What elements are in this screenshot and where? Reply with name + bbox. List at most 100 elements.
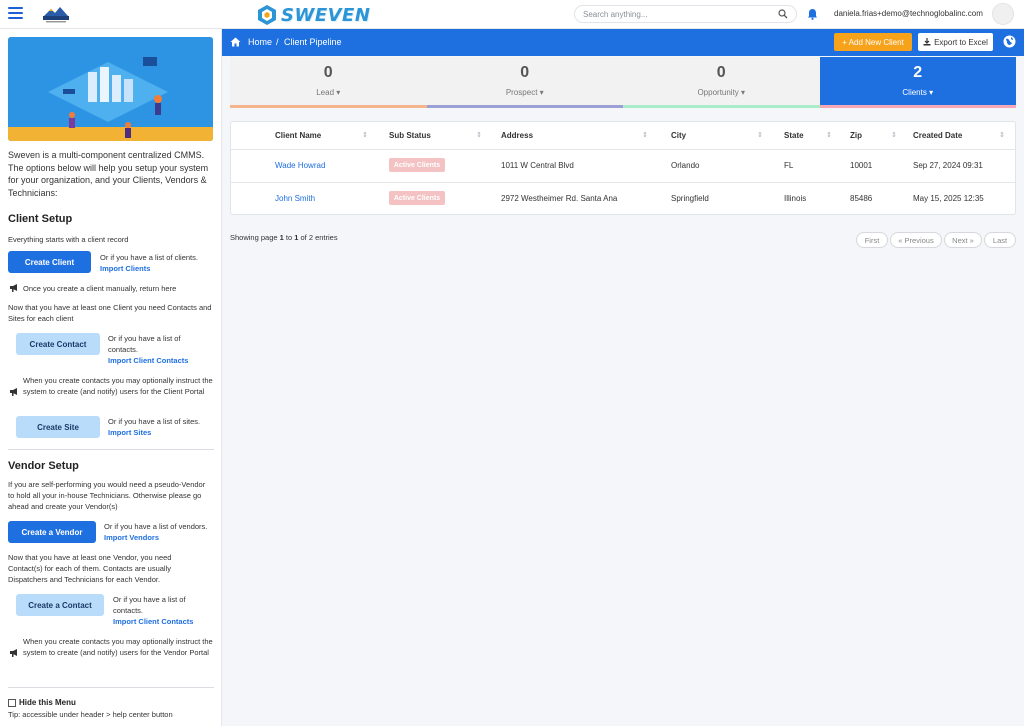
breadcrumb-separator: /: [276, 37, 279, 47]
stage-count: 0: [520, 64, 530, 81]
hide-menu-label: Hide this Menu: [19, 698, 76, 707]
vendor-setup-title: Vendor Setup: [8, 460, 79, 472]
stage-count: 2: [913, 64, 923, 81]
breadcrumb-home[interactable]: Home: [248, 37, 272, 47]
showing-prefix: Showing page: [230, 233, 280, 242]
megaphone-icon: [10, 649, 17, 657]
sort-icon[interactable]: ⇕: [642, 131, 648, 139]
stage-clients[interactable]: 2 Clients ▾: [819, 57, 1016, 108]
stage-opportunity[interactable]: 0 Opportunity ▾: [623, 57, 820, 108]
stage-count: 0: [323, 64, 333, 81]
stage-color-bar: [623, 105, 820, 108]
sort-icon[interactable]: ⇕: [999, 131, 1005, 139]
stage-prospect[interactable]: 0 Prospect ▾: [426, 57, 623, 108]
sidebar-intro: Sweven is a multi-component centralized …: [8, 150, 209, 198]
create-site-button[interactable]: Create Site: [16, 416, 100, 438]
hero-illustration: [8, 37, 213, 141]
breadcrumb-current: Client Pipeline: [284, 37, 342, 47]
download-icon: [923, 38, 931, 46]
add-new-client-button[interactable]: + Add New Client: [834, 33, 912, 51]
status-badge: Active Clients: [389, 191, 445, 205]
vendor-setup-intro: If you are self-performing you would nee…: [8, 480, 206, 511]
column-header-sub-status[interactable]: Sub Status: [389, 131, 431, 140]
create-client-note-text: Or if you have a list of clients.: [100, 253, 198, 262]
create-contact-note-text: Or if you have a list of contacts.: [108, 334, 181, 354]
row-divider: [231, 182, 1015, 183]
created-date-cell: Sep 27, 2024 09:31: [913, 161, 983, 170]
column-header-created-date[interactable]: Created Date: [913, 131, 962, 140]
stage-label: Prospect ▾: [505, 88, 544, 97]
showing-entries: Showing page 1 to 1 of 2 entries: [230, 233, 338, 242]
stage-label: Lead ▾: [316, 88, 341, 97]
create-contact-button[interactable]: Create Contact: [16, 333, 100, 355]
stage-count: 0: [716, 64, 726, 81]
state-cell: Illinois: [784, 194, 807, 203]
pipeline-stages: 0 Lead ▾ 0 Prospect ▾ 0 Opportunity ▾ 2 …: [230, 57, 1016, 108]
create-vendor-button[interactable]: Create a Vendor: [8, 521, 96, 543]
brand-name: SWEVEN: [281, 4, 371, 26]
user-email[interactable]: daniela.frias+demo@technoglobalinc.com: [834, 9, 983, 18]
megaphone-icon: [10, 284, 17, 292]
import-clients-link[interactable]: Import Clients: [100, 264, 150, 273]
client-name-link[interactable]: Wade Howrad: [275, 161, 325, 170]
column-header-city[interactable]: City: [671, 131, 686, 140]
help-tip: Tip: accessible under header > help cent…: [8, 710, 173, 719]
hide-menu-toggle[interactable]: Hide this Menu: [8, 698, 76, 707]
stage-lead[interactable]: 0 Lead ▾: [230, 57, 427, 108]
globe-icon[interactable]: [1003, 35, 1016, 48]
showing-middle: to: [283, 233, 295, 242]
top-bar: SWEVEN daniela.frias+demo@technoglobalin…: [0, 0, 1024, 29]
import-client-contacts-link[interactable]: Import Client Contacts: [108, 356, 188, 365]
sort-icon[interactable]: ⇕: [362, 131, 368, 139]
breadcrumb: Home / Client Pipeline + Add New Client …: [222, 29, 1024, 56]
client-setup-title: Client Setup: [8, 213, 73, 225]
vendor-portal-note: When you create contacts you may optiona…: [23, 637, 213, 657]
export-to-excel-button[interactable]: Export to Excel: [918, 33, 993, 51]
first-page-button[interactable]: First: [856, 232, 888, 248]
search-input[interactable]: [583, 9, 778, 19]
previous-page-button[interactable]: « Previous: [890, 232, 942, 248]
sidebar-divider: [8, 449, 214, 450]
sort-icon[interactable]: ⇕: [476, 131, 482, 139]
export-label: Export to Excel: [934, 37, 988, 47]
stage-color-bar: [819, 105, 1016, 108]
address-cell: 1011 W Central Blvd: [501, 161, 574, 170]
created-date-cell: May 15, 2025 12:35: [913, 194, 984, 203]
client-name-link[interactable]: John Smith: [275, 194, 315, 203]
create-client-button[interactable]: Create Client: [8, 251, 91, 273]
zip-cell: 85486: [850, 194, 873, 203]
stage-label: Clients ▾: [902, 88, 934, 97]
avatar[interactable]: [992, 3, 1014, 25]
next-page-button[interactable]: Next »: [944, 232, 982, 248]
import-vendor-contacts-link[interactable]: Import Client Contacts: [113, 617, 193, 626]
contacts-sites-intro: Now that you have at least one Client yo…: [8, 303, 212, 323]
sidebar-divider: [8, 687, 214, 688]
sort-icon[interactable]: ⇕: [757, 131, 763, 139]
column-header-state[interactable]: State: [784, 131, 804, 140]
sweven-hexagon-icon: [258, 5, 276, 25]
sort-icon[interactable]: ⇕: [826, 131, 832, 139]
last-page-button[interactable]: Last: [984, 232, 1016, 248]
header-divider: [231, 149, 1015, 150]
import-sites-link[interactable]: Import Sites: [108, 428, 151, 437]
column-header-zip[interactable]: Zip: [850, 131, 862, 140]
column-header-client-name[interactable]: Client Name: [275, 131, 321, 140]
column-header-address[interactable]: Address: [501, 131, 533, 140]
state-cell: FL: [784, 161, 794, 170]
brand-logo: SWEVEN: [256, 3, 370, 27]
search-icon[interactable]: [778, 9, 788, 19]
bell-icon[interactable]: [807, 8, 818, 20]
hide-menu-checkbox[interactable]: [8, 698, 16, 707]
create-vendor-contact-note: Or if you have a list of contacts. Impor…: [113, 594, 213, 627]
sort-icon[interactable]: ⇕: [891, 131, 897, 139]
create-client-note: Or if you have a list of clients. Import…: [100, 252, 198, 274]
import-vendors-link[interactable]: Import Vendors: [104, 533, 159, 542]
city-cell: Orlando: [671, 161, 700, 170]
manual-client-note: Once you create a client manually, retur…: [23, 284, 177, 293]
menu-icon[interactable]: [8, 7, 23, 20]
megaphone-icon: [10, 388, 17, 396]
create-site-note: Or if you have a list of sites. Import S…: [108, 416, 208, 438]
create-vendor-contact-button[interactable]: Create a Contact: [16, 594, 104, 616]
city-cell: Springfield: [671, 194, 709, 203]
home-icon[interactable]: [230, 37, 241, 47]
